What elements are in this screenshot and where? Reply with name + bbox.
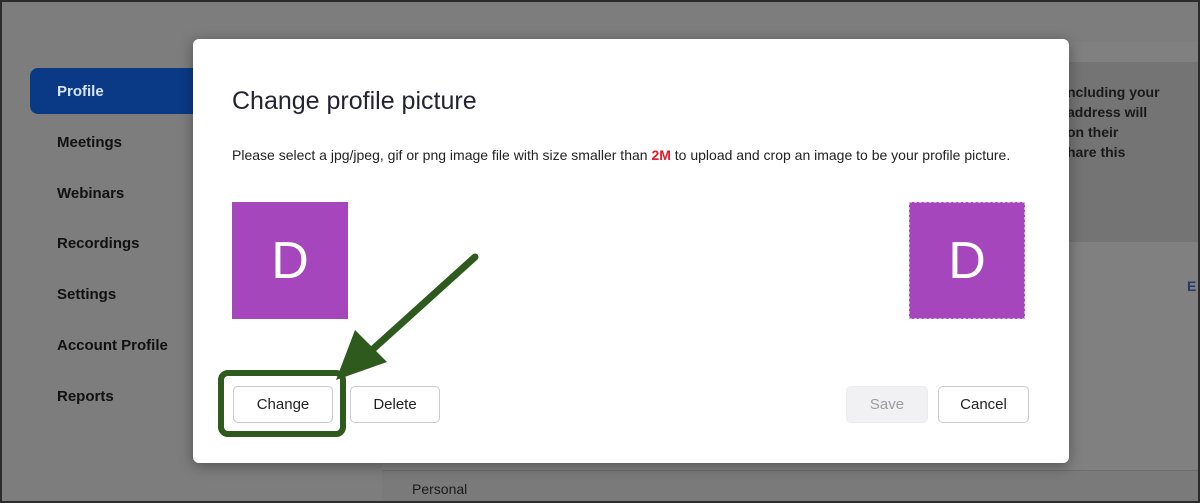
annotation-arrow-icon [336, 253, 479, 380]
